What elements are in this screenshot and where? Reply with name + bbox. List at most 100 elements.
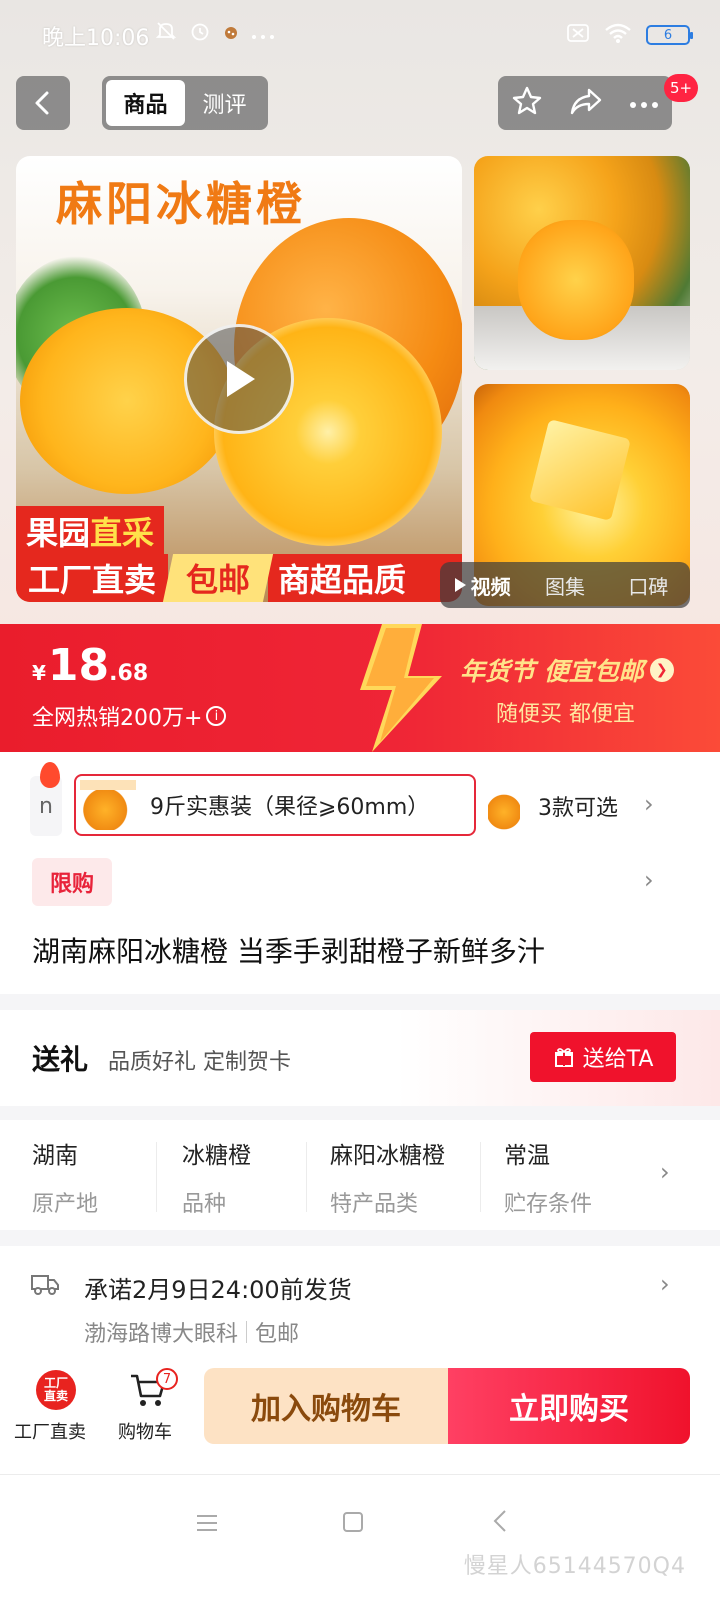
buy-now-button[interactable]: 立即购买 — [448, 1368, 690, 1444]
share-button[interactable] — [569, 86, 603, 120]
festival-promo-title: 年货节 便宜包邮 ❯ — [460, 652, 674, 688]
festival-promo-subtitle: 随便买 都便宜 — [496, 702, 635, 727]
nav-actions — [498, 76, 672, 130]
chevron-right-icon[interactable]: › — [644, 790, 654, 818]
chevron-right-icon[interactable]: › — [660, 1270, 670, 1298]
message-badge: 5+ — [664, 74, 699, 102]
hot-flame-icon — [40, 762, 60, 788]
gift-title: 送礼 — [32, 1043, 89, 1076]
product-title: 湖南麻阳冰糖橙 当季手剥甜橙子新鲜多汁 — [32, 935, 545, 968]
delivery-shipping: 包邮 — [255, 1322, 300, 1347]
tab-review[interactable]: 测评 — [185, 80, 264, 126]
media-tab-gallery[interactable]: 图集 — [523, 571, 606, 600]
delivery-section[interactable]: 承诺2月9日24:00前发货 渤海路博大眼科 包邮 › — [0, 1246, 720, 1358]
menu-icon[interactable] — [196, 1513, 218, 1533]
gift-section: 送礼 品质好礼 定制贺卡 送给TA — [0, 1010, 720, 1106]
sim-icon — [566, 23, 590, 47]
product-thumbnail-1[interactable] — [474, 156, 690, 370]
chevron-right-circle-icon: ❯ — [649, 658, 674, 682]
gift-icon — [554, 1048, 573, 1067]
play-icon — [227, 361, 255, 397]
status-time: 晚上10:06 — [42, 26, 150, 51]
media-tab-reviews[interactable]: 口碑 — [607, 571, 690, 600]
purchase-limit-badge: 限购 — [32, 858, 112, 906]
play-video-button[interactable] — [184, 324, 294, 434]
send-gift-button[interactable]: 送给TA — [530, 1032, 676, 1082]
info-icon: i — [206, 706, 227, 726]
battery-level: 6 — [663, 27, 673, 43]
battery-icon: 6 — [646, 25, 693, 45]
media-tabs: 视频 图集 口碑 — [440, 562, 690, 608]
attribute-origin: 湖南 原产地 — [32, 1136, 98, 1220]
product-gallery-area: 晚上10:06 6 商品 测评 5+ 麻阳冰糖橙 果园直采 工厂直卖 包邮 商超… — [0, 0, 720, 640]
watermark: 慢星人65144570Q4 — [463, 1554, 686, 1579]
lightning-decoration — [360, 624, 442, 752]
sku-more-options[interactable]: 3款可选 — [538, 790, 618, 822]
price-currency: ¥ — [32, 661, 46, 685]
price-decimal: .68 — [109, 661, 149, 686]
star-icon — [512, 86, 542, 115]
image-title: 麻阳冰糖橙 — [56, 177, 306, 231]
home-icon[interactable] — [342, 1511, 364, 1533]
wifi-icon — [604, 22, 632, 48]
factory-direct-icon[interactable]: 工厂直卖 — [36, 1370, 76, 1410]
attribute-value: 冰糖橙 — [182, 1143, 251, 1169]
attribute-divider — [156, 1142, 157, 1212]
price-banner: ¥ 18 .68 全网热销200万+ i 年货节 便宜包邮 ❯ 随便买 都便宜 — [0, 624, 720, 752]
more-button[interactable] — [629, 94, 659, 113]
sku-selector: n 9斤实惠装（果径⩾60mm） 3款可选 › — [0, 752, 720, 852]
factory-direct-label[interactable]: 工厂直卖 — [14, 1418, 86, 1444]
chevron-right-icon[interactable]: › — [644, 866, 654, 894]
media-tab-video-label: 视频 — [470, 574, 511, 599]
sales-text: 全网热销200万+ — [32, 706, 203, 731]
product-attributes[interactable]: 湖南 原产地 冰糖橙 品种 麻阳冰糖橙 特产品类 常温 贮存条件 › — [0, 1120, 720, 1230]
mute-icon — [155, 20, 177, 47]
festival-promo[interactable]: 年货节 便宜包邮 ❯ 随便买 都便宜 — [460, 652, 674, 728]
favorite-button[interactable] — [511, 85, 543, 121]
delivery-divider — [246, 1321, 248, 1343]
share-icon — [570, 88, 602, 115]
attribute-category: 麻阳冰糖橙 特产品类 — [330, 1136, 445, 1220]
delivery-details: 渤海路博大眼科 包邮 — [84, 1316, 299, 1348]
sku-more-thumbnail[interactable] — [488, 782, 520, 832]
promo-direct-text: 直采 — [90, 514, 155, 552]
system-back-icon[interactable] — [492, 1509, 508, 1533]
peeled-orange-illustration — [518, 220, 634, 340]
cart-count-badge: 7 — [156, 1368, 178, 1390]
bottom-action-bar: 工厂直卖 工厂直卖 7 购物车 加入购物车 立即购买 — [0, 1358, 720, 1474]
attribute-storage: 常温 贮存条件 — [504, 1136, 592, 1220]
image-promo-orchard: 果园直采 — [16, 506, 165, 556]
attribute-divider — [480, 1142, 481, 1212]
sku-thumbnail — [80, 780, 136, 830]
cart-label[interactable]: 购物车 — [118, 1418, 172, 1444]
media-tab-video[interactable]: 视频 — [440, 571, 523, 600]
back-arrow-icon — [35, 91, 49, 115]
delivery-location: 渤海路博大眼科 — [84, 1322, 239, 1347]
system-navigation-bar — [0, 1474, 720, 1600]
app-notification-icon — [223, 22, 239, 46]
attribute-value: 湖南 — [32, 1143, 78, 1169]
attribute-key: 品种 — [182, 1192, 227, 1217]
attribute-variety: 冰糖橙 品种 — [182, 1136, 251, 1220]
attribute-divider — [306, 1142, 307, 1212]
attribute-key: 原产地 — [32, 1192, 99, 1217]
festival-promo-title-text: 年货节 便宜包邮 — [460, 657, 644, 686]
tab-product[interactable]: 商品 — [106, 80, 185, 126]
sku-option-selected[interactable]: 9斤实惠装（果径⩾60mm） — [74, 774, 476, 836]
status-notification-icons — [155, 20, 275, 47]
factory-direct-icon-text: 工厂直卖 — [43, 1376, 68, 1403]
more-dots-icon — [630, 101, 658, 108]
send-gift-label: 送给TA — [582, 1047, 654, 1072]
truck-icon — [31, 1275, 59, 1295]
attribute-value: 麻阳冰糖橙 — [330, 1143, 445, 1169]
attribute-key: 特产品类 — [330, 1192, 419, 1217]
main-product-image[interactable]: 麻阳冰糖橙 果园直采 工厂直卖 包邮 商超品质 — [16, 156, 462, 602]
back-button[interactable] — [16, 76, 70, 130]
chevron-right-icon[interactable]: › — [660, 1158, 670, 1186]
promo-free-shipping-text: 包邮 — [186, 561, 251, 599]
sku-option-label: 9斤实惠装（果径⩾60mm） — [150, 795, 430, 820]
promo-free-shipping: 包邮 — [162, 554, 274, 602]
add-to-cart-button[interactable]: 加入购物车 — [204, 1368, 448, 1444]
sales-info[interactable]: 全网热销200万+ i — [32, 700, 227, 732]
promo-supermarket-quality: 商超品质 — [268, 554, 462, 602]
